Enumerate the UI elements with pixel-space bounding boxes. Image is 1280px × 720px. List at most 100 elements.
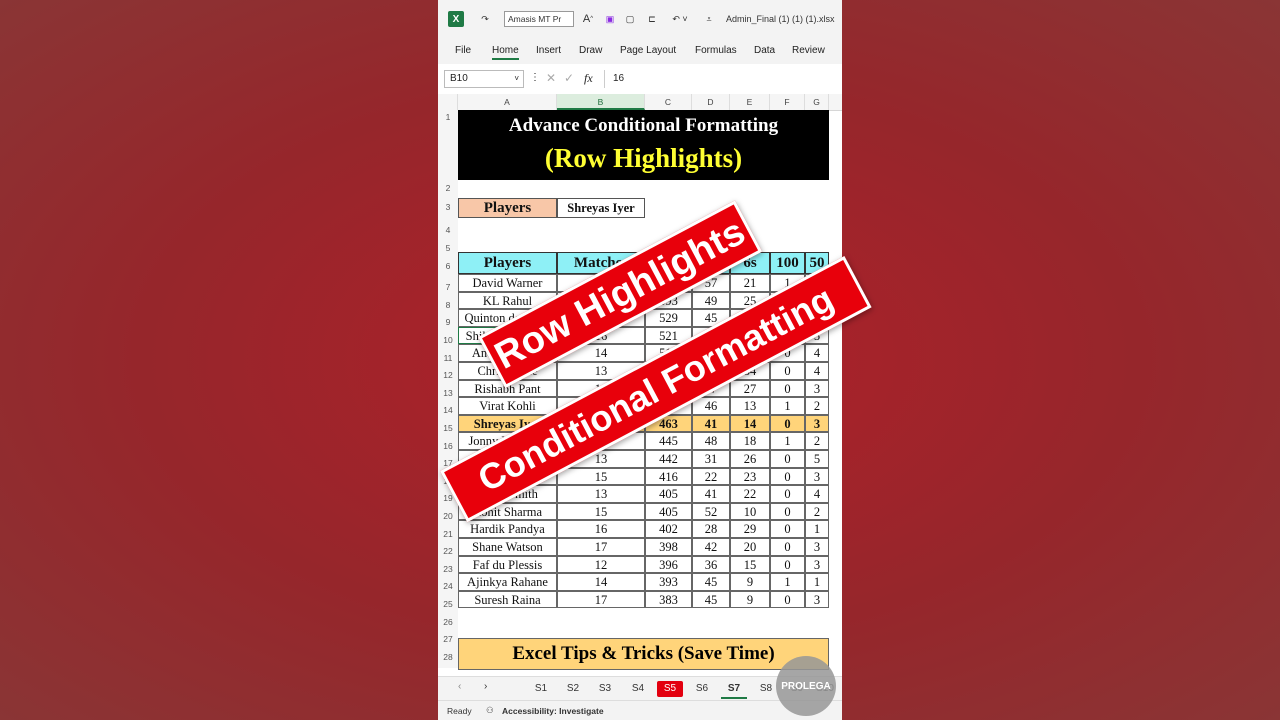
table-cell[interactable]: 529: [645, 309, 692, 327]
table-cell[interactable]: 398: [645, 538, 692, 556]
table-cell[interactable]: 2: [805, 502, 829, 521]
table-cell[interactable]: 41: [692, 485, 730, 503]
table-cell[interactable]: Shane Watson: [458, 538, 557, 556]
row-number[interactable]: 1: [438, 110, 458, 182]
title-banner[interactable]: Advance Conditional Formatting (Row High…: [458, 110, 829, 180]
table-header-cell[interactable]: 100: [770, 252, 805, 274]
table-cell[interactable]: 48: [692, 432, 730, 450]
name-box[interactable]: B10 ˅: [444, 70, 524, 88]
table-cell[interactable]: 22: [730, 485, 770, 503]
column-header-d[interactable]: D: [692, 94, 730, 110]
table-cell[interactable]: 12: [557, 555, 645, 574]
table-cell[interactable]: 3: [805, 467, 829, 486]
accessibility-status[interactable]: Accessibility: Investigate: [502, 706, 604, 716]
insert-function-icon[interactable]: fx: [584, 71, 593, 86]
table-cell[interactable]: 0: [770, 485, 805, 503]
sheet-tab-s2[interactable]: S2: [560, 681, 586, 697]
sheet-tab-s4[interactable]: S4: [625, 681, 651, 697]
table-cell[interactable]: 13: [557, 485, 645, 503]
table-cell[interactable]: 9: [730, 590, 770, 609]
table-cell[interactable]: Hardik Pandya: [458, 520, 557, 538]
table-cell[interactable]: 15: [557, 502, 645, 521]
menu-review[interactable]: Review: [792, 45, 825, 56]
table-cell[interactable]: 2: [805, 432, 829, 450]
table-cell[interactable]: 1: [770, 432, 805, 450]
table-cell[interactable]: 442: [645, 450, 692, 468]
menu-draw[interactable]: Draw: [579, 45, 602, 56]
table-cell[interactable]: 20: [730, 538, 770, 556]
table-cell[interactable]: 1: [770, 573, 805, 591]
table-cell[interactable]: 2: [805, 397, 829, 415]
table-cell[interactable]: 3: [805, 555, 829, 574]
table-cell[interactable]: 15: [557, 467, 645, 486]
table-cell[interactable]: 405: [645, 502, 692, 521]
table-cell[interactable]: 1: [805, 573, 829, 591]
table-cell[interactable]: 0: [770, 379, 805, 398]
font-size-increase-icon[interactable]: A ^: [580, 11, 596, 27]
table-cell[interactable]: 405: [645, 485, 692, 503]
table-cell[interactable]: 15: [730, 555, 770, 574]
menu-home[interactable]: Home: [492, 45, 519, 60]
table-cell[interactable]: 21: [730, 274, 770, 292]
column-header-e[interactable]: E: [730, 94, 770, 110]
table-cell[interactable]: 383: [645, 590, 692, 609]
font-name-box[interactable]: Amasis MT Pr: [504, 11, 574, 27]
table-cell[interactable]: 49: [692, 291, 730, 310]
scroll-right-icon[interactable]: ›: [484, 681, 487, 692]
table-cell[interactable]: 396: [645, 555, 692, 574]
table-cell[interactable]: 17: [557, 590, 645, 609]
formula-input[interactable]: 16: [604, 70, 842, 88]
table-cell[interactable]: 416: [645, 467, 692, 486]
table-cell[interactable]: 26: [730, 450, 770, 468]
open-folder-icon[interactable]: ⊏: [644, 11, 660, 27]
menu-data[interactable]: Data: [754, 45, 775, 56]
table-cell[interactable]: 27: [730, 379, 770, 398]
table-cell[interactable]: 23: [730, 467, 770, 486]
row-number[interactable]: 28: [438, 650, 458, 668]
table-cell[interactable]: 14: [557, 573, 645, 591]
sheet-tab-s7[interactable]: S7: [721, 681, 747, 699]
table-cell[interactable]: 45: [692, 590, 730, 609]
table-cell[interactable]: 46: [692, 397, 730, 415]
menu-insert[interactable]: Insert: [536, 45, 561, 56]
more-options-icon[interactable]: ⋮: [530, 72, 540, 83]
table-cell[interactable]: 42: [692, 538, 730, 556]
table-cell[interactable]: 5: [805, 450, 829, 468]
table-cell[interactable]: 17: [557, 538, 645, 556]
menu-page-layout[interactable]: Page Layout: [620, 45, 676, 56]
table-cell[interactable]: 402: [645, 520, 692, 538]
table-cell[interactable]: 29: [730, 520, 770, 538]
menu-file[interactable]: File: [455, 45, 471, 56]
table-cell[interactable]: 4: [805, 485, 829, 503]
accessibility-icon[interactable]: ⚇: [486, 705, 494, 716]
table-cell[interactable]: 0: [770, 450, 805, 468]
table-cell[interactable]: 28: [692, 520, 730, 538]
table-cell[interactable]: 9: [730, 573, 770, 591]
sheet-tab-s6[interactable]: S6: [689, 681, 715, 697]
sheet-tab-s5[interactable]: S5: [657, 681, 683, 697]
lookup-value[interactable]: Shreyas Iyer: [557, 198, 645, 218]
undo-icon[interactable]: ↶ ˅: [668, 11, 692, 27]
table-cell[interactable]: 393: [645, 573, 692, 591]
table-cell[interactable]: 445: [645, 432, 692, 450]
lookup-label[interactable]: Players: [458, 198, 557, 218]
table-cell[interactable]: 3: [805, 538, 829, 556]
table-cell[interactable]: 0: [770, 502, 805, 521]
table-cell[interactable]: 0: [770, 520, 805, 538]
table-cell[interactable]: 0: [770, 467, 805, 486]
table-header-cell[interactable]: Players: [458, 252, 557, 274]
new-file-icon[interactable]: ▢: [622, 11, 638, 27]
table-cell[interactable]: 0: [770, 362, 805, 380]
sheet-tab-s1[interactable]: S1: [528, 681, 554, 697]
table-cell[interactable]: 1: [770, 397, 805, 415]
table-cell[interactable]: 52: [692, 502, 730, 521]
table-cell[interactable]: 16: [557, 520, 645, 538]
column-header-b[interactable]: B: [557, 94, 645, 110]
table-cell[interactable]: Suresh Raina: [458, 590, 557, 609]
table-cell[interactable]: 45: [692, 573, 730, 591]
redo-icon[interactable]: ↷: [476, 11, 494, 27]
cancel-icon[interactable]: ✕: [546, 71, 556, 85]
enter-check-icon[interactable]: ✓: [564, 71, 574, 85]
table-cell[interactable]: Ajinkya Rahane: [458, 573, 557, 591]
table-cell[interactable]: 13: [730, 397, 770, 415]
